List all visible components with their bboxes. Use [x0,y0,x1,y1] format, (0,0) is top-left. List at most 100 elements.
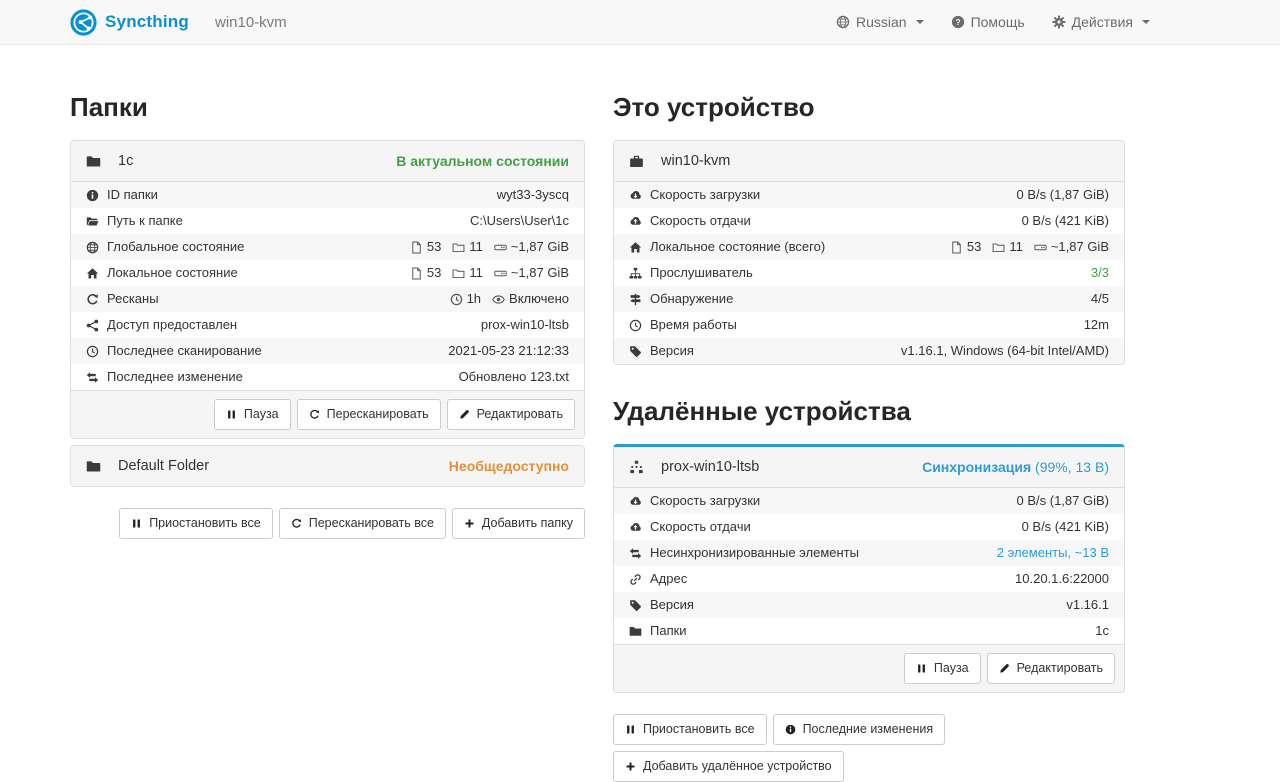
button-label: Приостановить все [643,721,755,738]
row-label: Скорость загрузки [629,186,760,204]
edit-folder-button[interactable]: Редактировать [447,399,575,430]
remote-device-details-table: Скорость загрузки0 B/s (1,87 GiB)Скорост… [614,488,1124,644]
info-icon [86,189,99,202]
table-row: Папки 1c [614,618,1124,644]
help-menu[interactable]: Помощь [951,14,1025,30]
row-label: Адрес [629,570,687,588]
pause-all-devices-button[interactable]: Приостановить все [613,714,767,745]
folder-status-badge: В актуальном состоянии [396,153,569,169]
navbar: Syncthing win10-kvm Russian Помощь Дейст… [0,0,1280,45]
remote-device-panel-header[interactable]: prox-win10-ltsb Синхронизация (99%, 13 B… [614,447,1124,488]
this-device-panel-header[interactable]: win10-kvm [614,141,1124,182]
row-label: Скорость загрузки [629,492,760,510]
row-value[interactable]: 2 элементы, ~13 B [997,544,1109,562]
table-row: Версияv1.16.1, Windows (64-bit Intel/AMD… [614,338,1124,364]
folder-panel-header-default[interactable]: Default Folder Необщедоступно [71,446,584,486]
hdd-icon [494,241,507,254]
table-row: Путь к папкеC:\Users\User\1c [71,208,584,234]
device-name: prox-win10-ltsb [661,459,759,475]
pause-all-folders-button[interactable]: Приостановить все [119,508,273,539]
navbar-device-name: win10-kvm [215,14,287,31]
button-label: Пауза [244,406,279,423]
actions-menu[interactable]: Действия [1052,14,1150,30]
table-row: Доступ предоставленprox-win10-ltsb [71,312,584,338]
link-icon [629,573,642,586]
table-row: Скорость загрузки 0 B/s (1,87 GiB) [614,182,1124,208]
folder-details-table: ID папкиwyt33-3yscqПуть к папкеC:\Users\… [71,182,584,390]
signs-icon [629,293,642,306]
row-label: Папки [629,622,687,640]
pause-folder-button[interactable]: Пауза [214,399,291,430]
row-label: Ресканы [86,290,159,308]
table-row: Обнаружение4/5 [614,286,1124,312]
add-remote-device-button[interactable]: Добавить удалённое устройство [613,751,844,782]
gear-icon [1052,15,1066,29]
add-folder-button[interactable]: Добавить папку [452,508,585,539]
help-menu-label: Помощь [971,14,1025,30]
devices-actions-row: Приостановить все Последние изменения Доба… [613,714,1125,782]
row-label: Обнаружение [629,290,733,308]
remote-device-panel: prox-win10-ltsb Синхронизация (99%, 13 B… [613,444,1125,693]
cloud-up-icon [629,521,642,534]
folders-actions-row: Приостановить всеПересканировать всеДоба… [70,508,585,539]
row-value: prox-win10-ltsb [481,316,569,334]
device-name: win10-kvm [661,153,730,169]
tag-icon [629,599,642,612]
actions-menu-label: Действия [1072,14,1133,30]
edit-device-button[interactable]: Редактировать [987,653,1115,684]
table-row: Версия v1.16.1 [614,592,1124,618]
clock-icon [450,293,463,306]
row-value: 0 B/s (421 KiB) [1022,212,1109,230]
brand-title: Syncthing [105,12,189,32]
table-row: Локальное состояние5311~1,87 GiB [71,260,584,286]
clock-icon [629,319,642,332]
folder-panel-header-1c[interactable]: 1c В актуальном состоянии [71,141,584,182]
recent-changes-button[interactable]: Последние изменения [773,714,946,745]
row-value: 1c [1095,622,1109,640]
main-content: Папки 1c В актуальном состоянии ID папки… [70,45,1125,782]
value-part: 53 [950,238,981,256]
row-label: Версия [629,596,694,614]
info-icon [785,724,796,735]
chevron-down-icon [1142,20,1150,24]
row-label: Глобальное состояние [86,238,244,256]
network-icon-slot [629,460,644,475]
navbar-right: Russian Помощь Действия [836,14,1150,30]
home-icon [629,241,642,254]
row-label: Последнее изменение [86,368,243,386]
value-part: 53 [410,264,441,282]
table-row: Последнее изменениеОбновлено 123.txt [71,364,584,390]
rescan-all-folders-button[interactable]: Пересканировать все [279,508,446,539]
cloud-down-icon [629,189,642,202]
row-value: 5311~1,87 GiB [950,238,1109,256]
question-icon-slot [951,15,965,29]
share-icon [86,319,99,332]
language-menu[interactable]: Russian [836,14,924,30]
table-row: Последнее сканирование2021-05-23 21:12:3… [71,338,584,364]
pencil-icon [459,409,470,420]
row-value: v1.16.1, Windows (64-bit Intel/AMD) [901,342,1109,360]
folder-icon [629,625,642,638]
network-icon [629,460,644,475]
row-value: v1.16.1 [1066,596,1109,614]
folder-o-icon [452,241,465,254]
folder-o-icon [452,267,465,280]
value-part: ~1,87 GiB [1034,238,1109,256]
row-label: Скорость отдачи [629,212,751,230]
value-part: 11 [452,238,483,256]
device-status-main: Синхронизация [922,459,1031,475]
question-icon [951,15,965,29]
row-label: Скорость отдачи [629,518,751,536]
table-row: Скорость загрузки0 B/s (1,87 GiB) [614,488,1124,514]
table-row: Локальное состояние (всего)5311~1,87 GiB [614,234,1124,260]
file-icon [410,241,423,254]
row-value: 0 B/s (1,87 GiB) [1017,186,1109,204]
folder-icon-slot [86,459,101,474]
pause-icon [131,518,142,529]
folder-panel-1c: 1c В актуальном состоянии ID папкиwyt33-… [70,140,585,439]
folder-o-icon [992,241,1005,254]
rescan-folder-button[interactable]: Пересканировать [297,399,441,430]
button-label: Пауза [934,660,969,677]
value-part: 11 [452,264,483,282]
pause-device-button[interactable]: Пауза [904,653,981,684]
